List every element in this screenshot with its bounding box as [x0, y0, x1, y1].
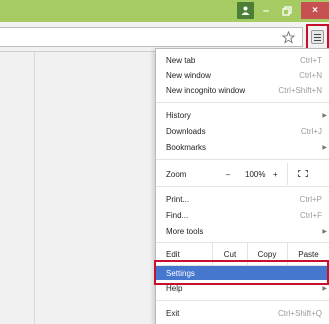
menu-item-shortcut: Ctrl+Shift+Q — [277, 309, 322, 318]
copy-button[interactable]: Copy — [247, 250, 287, 259]
menu-separator — [156, 300, 329, 301]
settings-callout — [154, 260, 329, 285]
submenu-arrow-icon: ▶ — [322, 286, 327, 292]
hamburger-line — [314, 34, 321, 35]
paste-button[interactable]: Paste — [287, 250, 329, 259]
zoom-in-button[interactable]: + — [273, 170, 278, 179]
submenu-arrow-icon: ▶ — [322, 145, 327, 151]
submenu-arrow-icon: ▶ — [322, 113, 327, 119]
menu-item-shortcut: Ctrl+J — [300, 127, 322, 136]
menu-item-label: More tools — [166, 227, 204, 236]
zoom-divider — [287, 163, 288, 185]
fullscreen-icon[interactable] — [298, 170, 308, 177]
menu-separator — [156, 186, 329, 187]
menu-item-exit[interactable]: Exit Ctrl+Shift+Q — [156, 306, 329, 321]
menu-separator — [156, 102, 329, 103]
menu-item-bookmarks[interactable]: Bookmarks ▶ — [156, 140, 329, 155]
minimize-button[interactable]: – — [258, 2, 274, 19]
menu-separator — [156, 242, 329, 243]
menu-item-label: History — [166, 111, 191, 120]
close-button[interactable]: × — [301, 2, 329, 19]
menu-item-label: Zoom — [166, 169, 187, 179]
menu-item-label: Exit — [166, 309, 180, 318]
title-bar: – × — [0, 0, 329, 22]
menu-button-callout — [306, 24, 329, 50]
zoom-level: 100% — [245, 169, 266, 179]
address-bar[interactable] — [0, 27, 303, 47]
menu-item-label: New window — [166, 71, 211, 80]
menu-item-label: New incognito window — [166, 86, 246, 95]
menu-item-new-tab[interactable]: New tab Ctrl+T — [156, 53, 329, 68]
menu-item-label: Help — [166, 284, 183, 293]
cut-button[interactable]: Cut — [212, 250, 248, 259]
person-icon-glyph — [241, 6, 250, 15]
restore-button[interactable] — [278, 2, 296, 19]
menu-item-more-tools[interactable]: More tools ▶ — [156, 224, 329, 239]
submenu-arrow-icon: ▶ — [322, 229, 327, 235]
page-divider — [34, 52, 35, 324]
zoom-out-button[interactable]: – — [225, 170, 231, 179]
menu-item-find[interactable]: Find... Ctrl+F — [156, 208, 329, 223]
menu-item-label: Downloads — [166, 127, 206, 136]
menu-item-history[interactable]: History ▶ — [156, 108, 329, 123]
menu-item-shortcut: Ctrl+P — [299, 195, 322, 204]
menu-item-label: Print... — [166, 195, 190, 204]
menu-item-label: Find... — [166, 211, 189, 220]
menu-item-shortcut: Ctrl+F — [300, 211, 322, 220]
menu-item-shortcut: Ctrl+T — [300, 56, 322, 65]
menu-item-new-window[interactable]: New window Ctrl+N — [156, 68, 329, 83]
hamburger-menu-icon[interactable] — [311, 30, 324, 44]
menu-separator — [156, 159, 329, 160]
restore-icon — [282, 5, 292, 16]
menu-item-shortcut: Ctrl+Shift+N — [278, 86, 322, 95]
menu-item-print[interactable]: Print... Ctrl+P — [156, 192, 329, 207]
menu-item-zoom: Zoom – 100% + — [156, 166, 329, 182]
menu-item-label: Bookmarks — [166, 143, 207, 152]
person-icon[interactable] — [237, 2, 254, 19]
star-icon[interactable] — [282, 31, 295, 44]
menu-item-shortcut: Ctrl+N — [299, 71, 322, 80]
hamburger-line — [314, 40, 321, 41]
menu-item-label: Edit — [166, 249, 180, 259]
menu-item-downloads[interactable]: Downloads Ctrl+J — [156, 124, 329, 139]
menu-item-new-incognito[interactable]: New incognito window Ctrl+Shift+N — [156, 83, 329, 98]
menu-item-label: New tab — [166, 56, 196, 65]
hamburger-line — [314, 37, 321, 38]
